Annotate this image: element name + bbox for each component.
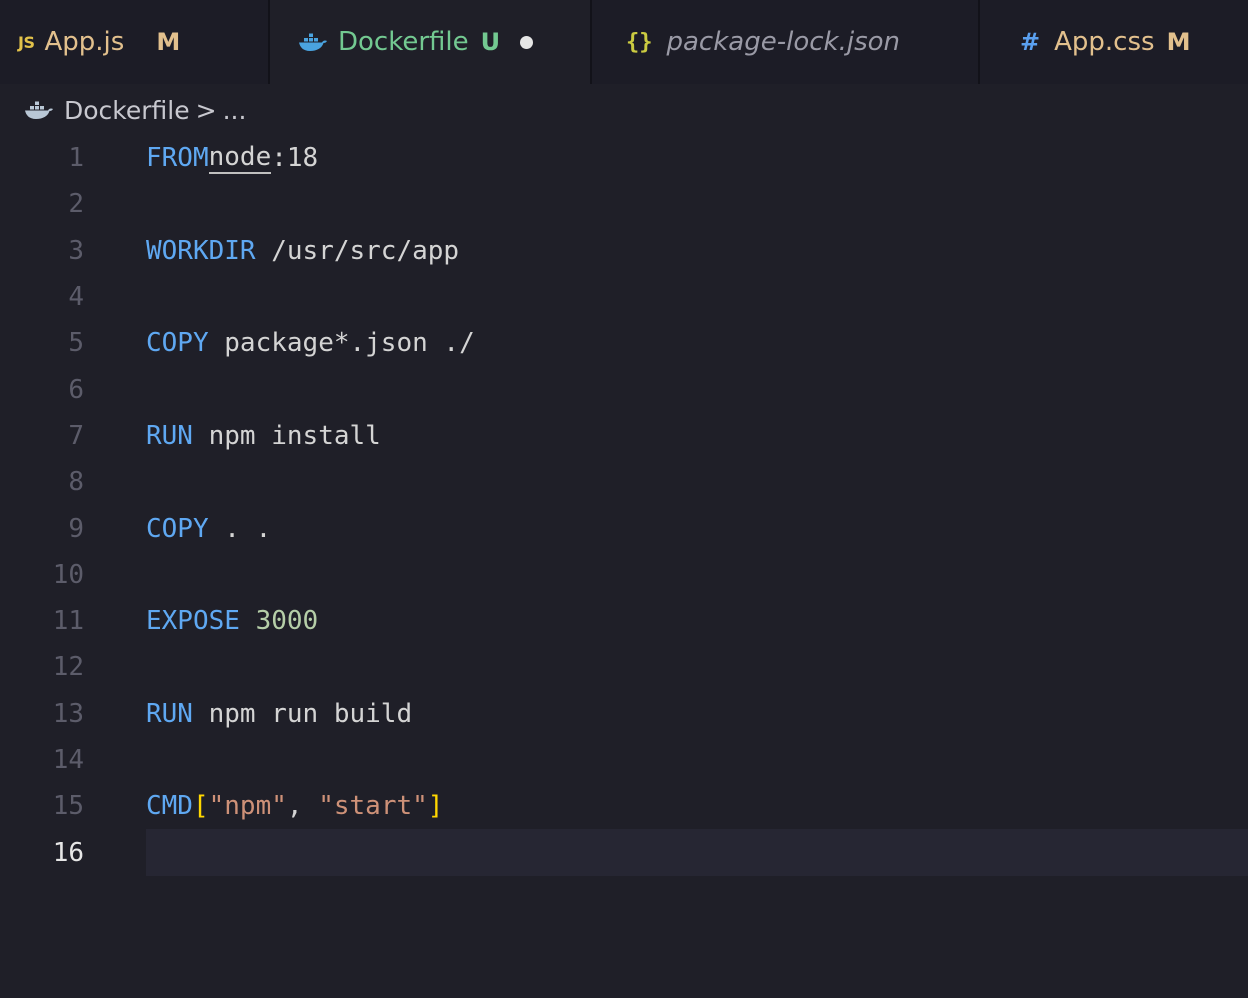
docker-whale-icon (298, 31, 328, 53)
code-text[interactable] (146, 552, 1248, 598)
code-text[interactable] (146, 181, 1248, 227)
string-token: "start" (318, 791, 428, 822)
line-number: 10 (52, 559, 84, 590)
image-token: node (208, 142, 272, 175)
code-text[interactable]: COPY . . (146, 505, 1248, 551)
git-status-badge: M (1166, 28, 1191, 56)
line-number: 4 (68, 282, 84, 313)
line-number: 15 (52, 791, 84, 822)
line-number: 13 (52, 698, 84, 729)
keyword-token: COPY (146, 328, 209, 359)
line-number: 14 (52, 745, 84, 775)
code-line[interactable]: 15 CMD ["npm", "start"] (0, 783, 1248, 829)
code-text[interactable]: COPY package*.json ./ (146, 320, 1248, 366)
keyword-token: CMD (146, 791, 193, 822)
code-line[interactable]: 2 (0, 181, 1248, 227)
code-editor[interactable]: 1 FROM node:18 2 3 WORKDIR /usr/src/app … (0, 135, 1248, 895)
git-status-badge: M (156, 28, 181, 56)
line-number: 3 (68, 235, 84, 266)
code-text[interactable] (146, 366, 1248, 412)
code-line[interactable]: 6 (0, 366, 1248, 412)
code-line[interactable]: 4 (0, 274, 1248, 320)
line-number: 2 (68, 189, 84, 220)
code-text[interactable] (146, 829, 1248, 876)
keyword-token: WORKDIR (146, 235, 256, 266)
tab-app-js[interactable]: JS App.js M (0, 0, 270, 84)
code-text[interactable]: FROM node:18 (146, 135, 1248, 181)
line-number: 5 (68, 328, 84, 359)
line-number: 6 (68, 374, 84, 405)
tab-label: package-lock.json (666, 27, 901, 57)
argument-token: . . (208, 513, 272, 544)
code-line[interactable]: 5 COPY package*.json ./ (0, 320, 1248, 366)
keyword-token: RUN (146, 420, 193, 451)
line-number: 8 (68, 467, 84, 498)
js-icon: JS (18, 32, 35, 52)
code-text[interactable]: RUN npm install (146, 413, 1248, 459)
docker-whale-icon (24, 99, 54, 121)
unsaved-dot-icon[interactable] (520, 35, 534, 49)
code-text[interactable] (146, 274, 1248, 320)
code-line-current[interactable]: 16 (0, 829, 1248, 876)
tab-package-lock-json[interactable]: {} package-lock.json (592, 0, 980, 84)
code-line[interactable]: 9 COPY . . (0, 505, 1248, 551)
tab-label: App.css (1054, 27, 1155, 57)
argument-token: npm run build (192, 698, 413, 729)
code-text[interactable]: EXPOSE 3000 (146, 598, 1248, 644)
line-number: 12 (52, 652, 84, 683)
breadcrumb-file[interactable]: Dockerfile (64, 96, 190, 125)
keyword-token: EXPOSE (146, 606, 240, 637)
bracket-token: ] (427, 791, 444, 822)
breadcrumb-more[interactable]: ... (223, 96, 247, 125)
code-line[interactable]: 14 (0, 737, 1248, 783)
argument-token: npm install (192, 420, 381, 451)
tab-bar: JS App.js M Dockerfile U {} package-lock… (0, 0, 1248, 84)
line-number: 16 (52, 837, 84, 868)
argument-token: package*.json ./ (208, 328, 475, 359)
tab-label: App.js (44, 27, 125, 57)
tab-dockerfile[interactable]: Dockerfile U (270, 0, 592, 84)
line-number: 9 (68, 513, 84, 544)
code-text[interactable] (146, 459, 1248, 505)
code-line[interactable]: 12 (0, 644, 1248, 690)
code-text[interactable] (146, 644, 1248, 690)
bracket-token: [ (192, 791, 209, 822)
breadcrumb: Dockerfile > ... (24, 92, 246, 128)
code-text[interactable]: WORKDIR /usr/src/app (146, 228, 1248, 274)
tab-label: Dockerfile (338, 27, 469, 57)
code-text[interactable] (146, 737, 1248, 783)
keyword-token: FROM (146, 143, 209, 174)
code-text[interactable]: CMD ["npm", "start"] (146, 783, 1248, 829)
code-line[interactable]: 1 FROM node:18 (0, 135, 1248, 181)
line-number: 7 (68, 420, 84, 451)
css-hash-icon: # (1020, 28, 1041, 56)
number-token: 3000 (239, 606, 319, 637)
code-line[interactable]: 7 RUN npm install (0, 413, 1248, 459)
line-number: 1 (68, 143, 84, 174)
string-token: "npm" (208, 791, 287, 822)
code-line[interactable]: 13 RUN npm run build (0, 691, 1248, 737)
argument-token: /usr/src/app (255, 235, 460, 266)
code-text[interactable]: RUN npm run build (146, 691, 1248, 737)
git-status-badge: U (480, 28, 501, 56)
tag-token: :18 (271, 143, 319, 174)
comma-token: , (286, 791, 319, 822)
line-number: 11 (52, 606, 84, 637)
tab-app-css[interactable]: # App.css M (980, 0, 1248, 84)
chevron-right-icon: > (195, 95, 217, 125)
code-line[interactable]: 10 (0, 552, 1248, 598)
code-line[interactable]: 3 WORKDIR /usr/src/app (0, 228, 1248, 274)
code-line[interactable]: 8 (0, 459, 1248, 505)
code-line[interactable]: 11 EXPOSE 3000 (0, 598, 1248, 644)
json-braces-icon: {} (626, 29, 653, 55)
keyword-token: RUN (146, 698, 193, 729)
keyword-token: COPY (146, 513, 209, 544)
